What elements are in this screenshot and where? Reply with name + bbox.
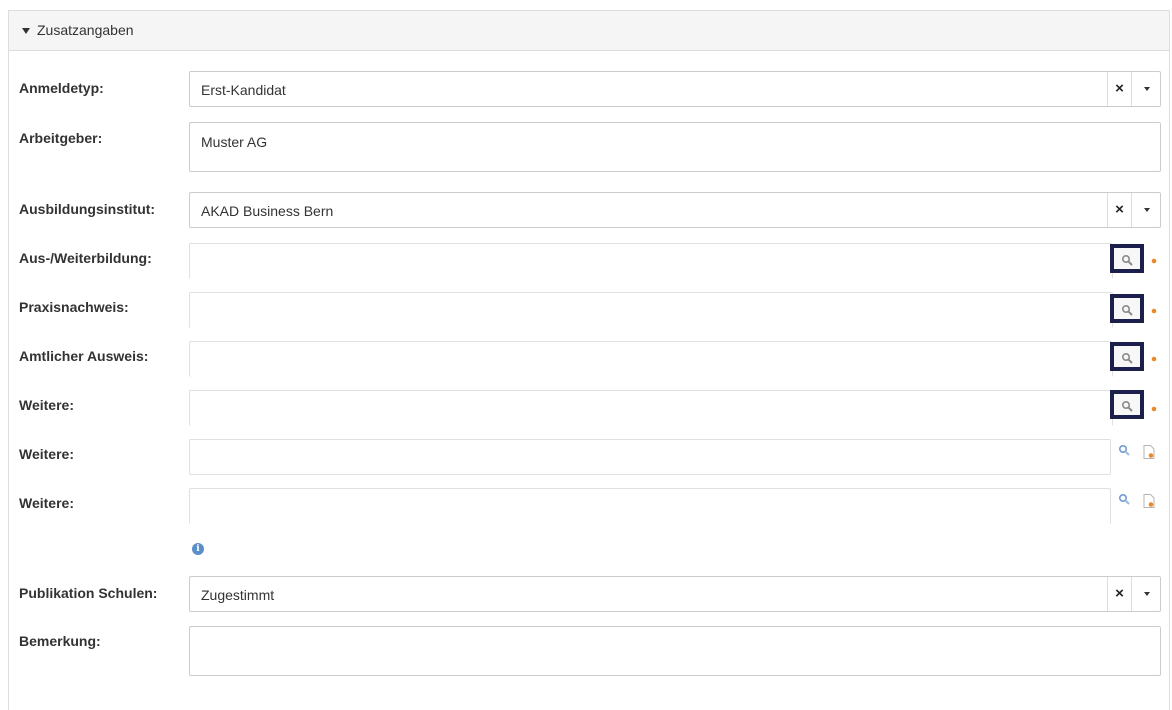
clear-icon[interactable]: × [1107,193,1131,227]
search-button[interactable] [1110,342,1144,371]
label-ausbildungsinstitut: Ausbildungsinstitut: [19,201,156,217]
ausbildungsinstitut-select[interactable]: AKAD Business Bern × [189,192,1161,228]
panel-header[interactable]: Zusatzangaben [9,11,1169,51]
search-icon [1121,304,1133,316]
search-icon[interactable] [1118,444,1132,458]
info-icon[interactable]: i [192,543,204,555]
praxisnachweis-field[interactable] [189,292,1113,328]
label-weitere-2: Weitere: [19,446,74,462]
anmeldetyp-value: Erst-Kandidat [201,82,286,98]
caret-down-icon[interactable] [22,28,30,34]
label-publikation-schulen: Publikation Schulen: [19,585,158,601]
search-button[interactable] [1110,294,1144,323]
chevron-down-icon[interactable] [1131,193,1160,227]
weitere-2-field[interactable] [189,439,1111,475]
bemerkung-field[interactable] [189,626,1161,676]
search-icon [1121,254,1133,266]
search-icon[interactable] [1118,493,1132,507]
label-amtlicher-ausweis: Amtlicher Ausweis: [19,348,149,364]
publikation-schulen-value: Zugestimmt [201,587,275,603]
clear-icon[interactable]: × [1107,72,1131,106]
document-icon[interactable] [1148,350,1160,364]
search-icon [1121,352,1133,364]
arbeitgeber-field[interactable]: Muster AG [189,122,1161,172]
weitere-1-field[interactable] [189,390,1113,426]
aus-weiterbildung-field[interactable] [189,243,1113,279]
label-weitere-3: Weitere: [19,495,74,511]
weitere-3-field[interactable] [189,488,1111,524]
arbeitgeber-value: Muster AG [201,134,268,150]
label-aus-weiterbildung: Aus-/Weiterbildung: [19,250,152,266]
document-icon[interactable] [1143,445,1155,459]
chevron-down-icon[interactable] [1131,72,1160,106]
search-button[interactable] [1110,390,1144,419]
document-icon[interactable] [1143,494,1155,508]
clear-icon[interactable]: × [1107,577,1131,611]
chevron-down-icon[interactable] [1131,577,1160,611]
label-weitere-1: Weitere: [19,397,74,413]
label-praxisnachweis: Praxisnachweis: [19,299,129,315]
ausbildungsinstitut-value: AKAD Business Bern [201,203,334,219]
amtlicher-ausweis-field[interactable] [189,341,1113,377]
document-icon[interactable] [1148,302,1160,316]
document-icon[interactable] [1148,400,1160,414]
anmeldetyp-select[interactable]: Erst-Kandidat × [189,71,1161,107]
search-icon [1121,400,1133,412]
label-arbeitgeber: Arbeitgeber: [19,130,103,146]
label-anmeldetyp: Anmeldetyp: [19,80,104,96]
document-icon[interactable] [1148,252,1160,266]
label-bemerkung: Bemerkung: [19,633,101,649]
search-button[interactable] [1110,244,1144,273]
publikation-schulen-select[interactable]: Zugestimmt × [189,576,1161,612]
panel-title: Zusatzangaben [37,22,134,38]
